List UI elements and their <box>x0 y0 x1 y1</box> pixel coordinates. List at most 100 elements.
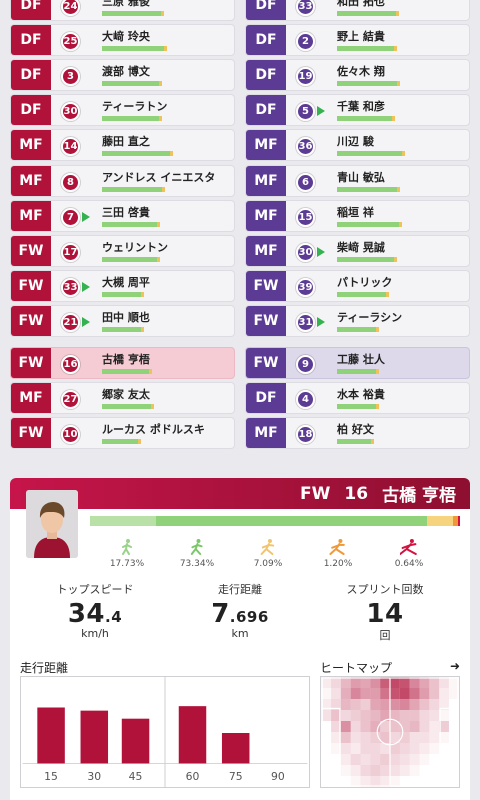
player-name-label: 和田 拓也 <box>337 0 385 8</box>
away-player-row[interactable]: FW 31 ティーラシン <box>245 304 470 337</box>
distance-section-title: 走行距離 <box>20 661 69 675</box>
home-player-row[interactable]: MF 7 三田 啓貴 <box>10 199 235 232</box>
heatmap-cell <box>350 765 361 776</box>
heatmap-cell <box>360 765 371 776</box>
distance-bar <box>337 221 399 227</box>
heatmap-cell <box>360 688 371 699</box>
player-name-label: 田中 順也 <box>102 310 150 324</box>
away-player-row[interactable]: MF 36 川辺 駿 <box>245 129 470 162</box>
away-player-row[interactable]: MF 15 稲垣 祥 <box>245 199 470 232</box>
heatmap-cell <box>409 721 420 732</box>
away-player-row[interactable]: DF 2 野上 結貴 <box>245 24 470 57</box>
home-player-row[interactable]: FW 21 田中 順也 <box>10 304 235 337</box>
shirt-number: 24 <box>61 0 80 16</box>
heatmap-cell <box>409 688 420 699</box>
away-player-row[interactable]: FW 39 パトリック <box>245 269 470 302</box>
home-player-row[interactable]: DF 25 大﨑 玲央 <box>10 24 235 57</box>
heatmap-cell <box>380 776 390 787</box>
heatmap-cell <box>340 732 351 743</box>
heatmap-cell <box>380 699 390 710</box>
heatmap-cell <box>370 765 381 776</box>
distance-bar-tip <box>394 256 397 262</box>
distance-bar-60 <box>178 706 207 764</box>
heatmap-cell <box>360 776 371 787</box>
away-player-row[interactable]: MF 30 柴﨑 晃誠 <box>245 234 470 267</box>
distance-bar <box>337 46 394 52</box>
stat-block: スプリント回数 14 回 <box>320 581 450 643</box>
heatmap-cell <box>390 754 400 765</box>
distance-bar <box>102 11 161 16</box>
heatmap-cell <box>399 743 410 754</box>
player-name-label: 郷家 友太 <box>102 388 150 402</box>
stat-label: スプリント回数 <box>346 583 424 596</box>
heatmap-cell <box>390 677 400 688</box>
heatmap-cell <box>331 688 341 699</box>
distance-bar <box>102 256 157 262</box>
distance-bar-chart: 15 30 45 60 75 90 <box>20 676 310 788</box>
player-name-label: 三田 啓貴 <box>102 205 150 219</box>
stat-label: 走行距離 <box>218 583 262 596</box>
distance-bar <box>337 439 371 445</box>
heatmap-section-title[interactable]: ヒートマップ ➜ <box>320 659 460 676</box>
player-position: FW <box>300 483 331 504</box>
heatmap-cell <box>370 699 381 710</box>
heatmap-cell <box>429 721 440 732</box>
x-tick-label: 15 <box>44 770 58 783</box>
home-player-row[interactable]: MF 27 郷家 友太 <box>10 382 235 415</box>
heatmap-cell <box>419 710 430 721</box>
home-player-row[interactable]: FW 16 古橋 亨梧 <box>10 347 235 379</box>
distance-bar <box>337 326 376 332</box>
speed-category-percent: 1.20% <box>323 559 353 569</box>
shirt-number: 25 <box>61 32 80 52</box>
away-player-row[interactable]: FW 9 工藤 壮人 <box>245 347 470 379</box>
heatmap-cell <box>340 688 351 699</box>
away-player-row[interactable]: DF 5 千葉 和彦 <box>245 94 470 127</box>
distance-bar <box>102 116 159 122</box>
home-player-row[interactable]: DF 30 ティーラトン <box>10 94 235 127</box>
home-player-row[interactable]: FW 17 ウェリントン <box>10 234 235 267</box>
away-player-row[interactable]: MF 6 青山 敏弘 <box>245 164 470 197</box>
distance-bar <box>337 81 397 87</box>
away-player-row[interactable]: DF 33 和田 拓也 <box>245 0 470 21</box>
distance-bar-75 <box>221 733 250 764</box>
heatmap-cell <box>360 710 371 721</box>
player-name: 古橋 亨梧 <box>382 486 456 506</box>
home-player-row[interactable]: DF 24 三原 雅俊 <box>10 0 235 21</box>
distance-bar <box>337 291 386 297</box>
heatmap-cell <box>409 743 420 754</box>
home-player-row[interactable]: MF 14 藤田 直之 <box>10 129 235 162</box>
heatmap-cell <box>370 688 381 699</box>
home-player-row[interactable]: FW 33 大槻 周平 <box>10 269 235 302</box>
heatmap-cell <box>370 776 381 787</box>
shirt-number: 33 <box>296 0 315 16</box>
heatmap-pitch[interactable] <box>320 676 460 788</box>
away-player-row[interactable]: DF 4 水本 裕貴 <box>245 382 470 415</box>
distance-bar-tip <box>394 46 397 52</box>
distance-bar-15 <box>37 707 65 764</box>
stat-unit: km/h <box>81 627 109 640</box>
player-name-label: 青山 敏弘 <box>337 170 385 184</box>
shirt-number: 31 <box>296 312 315 332</box>
home-player-row[interactable]: MF 8 アンドレス イニエスタ <box>10 164 235 197</box>
distance-bar-tip <box>376 404 379 410</box>
distance-bar-tip <box>396 11 399 16</box>
player-detail-panel: FW 16 古橋 亨梧 17.73% 73.34% 7.09% 1.20% 0.64% … <box>10 478 470 800</box>
heatmap-cell <box>331 677 341 688</box>
stat-unit: 回 <box>379 629 391 642</box>
arrow-right-icon[interactable]: ➜ <box>450 659 460 673</box>
distance-bar <box>337 369 376 374</box>
shirt-number: 17 <box>61 242 80 262</box>
shirt-number: 5 <box>296 102 315 122</box>
distance-bar-tip <box>159 116 162 122</box>
heatmap-cell <box>370 677 381 688</box>
player-name-label: 大﨑 玲央 <box>102 30 150 44</box>
heatmap-cell <box>390 776 400 787</box>
away-player-row[interactable]: DF 19 佐々木 翔 <box>245 59 470 92</box>
home-player-row[interactable]: DF 3 渡部 博文 <box>10 59 235 92</box>
shirt-number: 2 <box>296 32 315 52</box>
heatmap-cell <box>360 743 371 754</box>
speed-category-percent: 17.73% <box>109 559 145 569</box>
away-player-row[interactable]: MF 18 柏 好文 <box>245 417 470 450</box>
home-player-row[interactable]: FW 10 ルーカス ポドルスキ <box>10 417 235 450</box>
heatmap-cell <box>350 732 361 743</box>
